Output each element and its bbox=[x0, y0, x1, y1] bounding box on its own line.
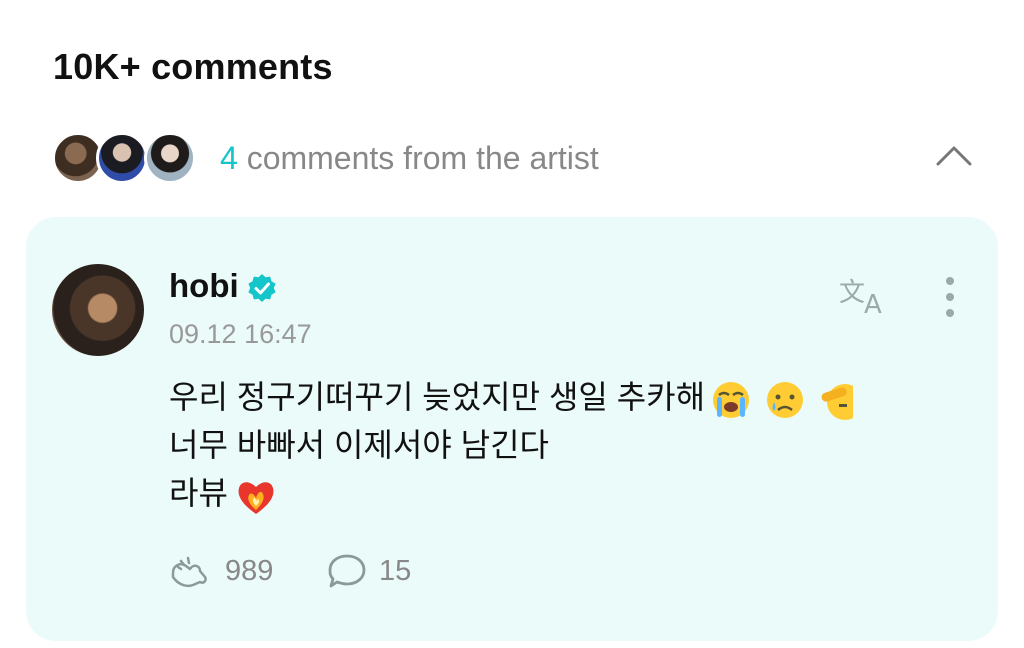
comment-line-1: 우리 정구기떠꾸기 늦었지만 생일 추카해 bbox=[169, 379, 706, 415]
comments-count-title: 10K+ comments bbox=[53, 46, 333, 87]
reply-button[interactable]: 15 bbox=[327, 553, 411, 589]
heart-on-fire-emoji bbox=[238, 481, 274, 514]
chevron-up-icon[interactable] bbox=[934, 140, 974, 170]
artist-comments-label[interactable]: 4 comments from the artist bbox=[220, 140, 599, 177]
comment-line-2: 너무 바빠서 이제서야 남긴다 bbox=[169, 427, 549, 463]
artist-comments-row[interactable]: 4 comments from the artist bbox=[52, 130, 982, 188]
like-paw-icon bbox=[171, 556, 207, 588]
crying-face-emoji bbox=[767, 381, 804, 418]
svg-text:文: 文 bbox=[839, 278, 865, 308]
saluting-face-emoji bbox=[821, 383, 854, 420]
loudly-crying-face-emoji bbox=[713, 381, 750, 418]
translate-icon[interactable]: 文 A bbox=[838, 273, 892, 317]
svg-text:A: A bbox=[864, 290, 882, 317]
more-options-icon[interactable] bbox=[938, 275, 962, 319]
avatar[interactable] bbox=[52, 264, 144, 356]
artist-avatar-stack bbox=[52, 130, 202, 188]
artist-avatar-3 bbox=[144, 132, 196, 184]
comment-line-3: 라뷰 bbox=[169, 475, 228, 511]
artist-comments-count: 4 bbox=[220, 140, 238, 176]
artist-comment-card: hobi 09.12 16:47 文 A 우리 정구기떠꾸기 늦었지만 생일 추… bbox=[26, 217, 998, 641]
comment-username[interactable]: hobi bbox=[169, 267, 239, 305]
reply-count: 15 bbox=[379, 554, 412, 587]
comment-body: 우리 정구기떠꾸기 늦었지만 생일 추카해 너무 바빠서 이제서야 남긴다 라뷰 bbox=[169, 373, 854, 518]
reply-bubble-icon bbox=[328, 554, 366, 588]
artist-comments-text: comments from the artist bbox=[237, 140, 599, 176]
comment-timestamp: 09.12 16:47 bbox=[169, 319, 312, 349]
like-count: 989 bbox=[225, 554, 274, 587]
verified-badge-icon bbox=[248, 274, 276, 302]
like-button[interactable]: 989 bbox=[169, 553, 273, 589]
artist-avatar-2 bbox=[96, 132, 148, 184]
